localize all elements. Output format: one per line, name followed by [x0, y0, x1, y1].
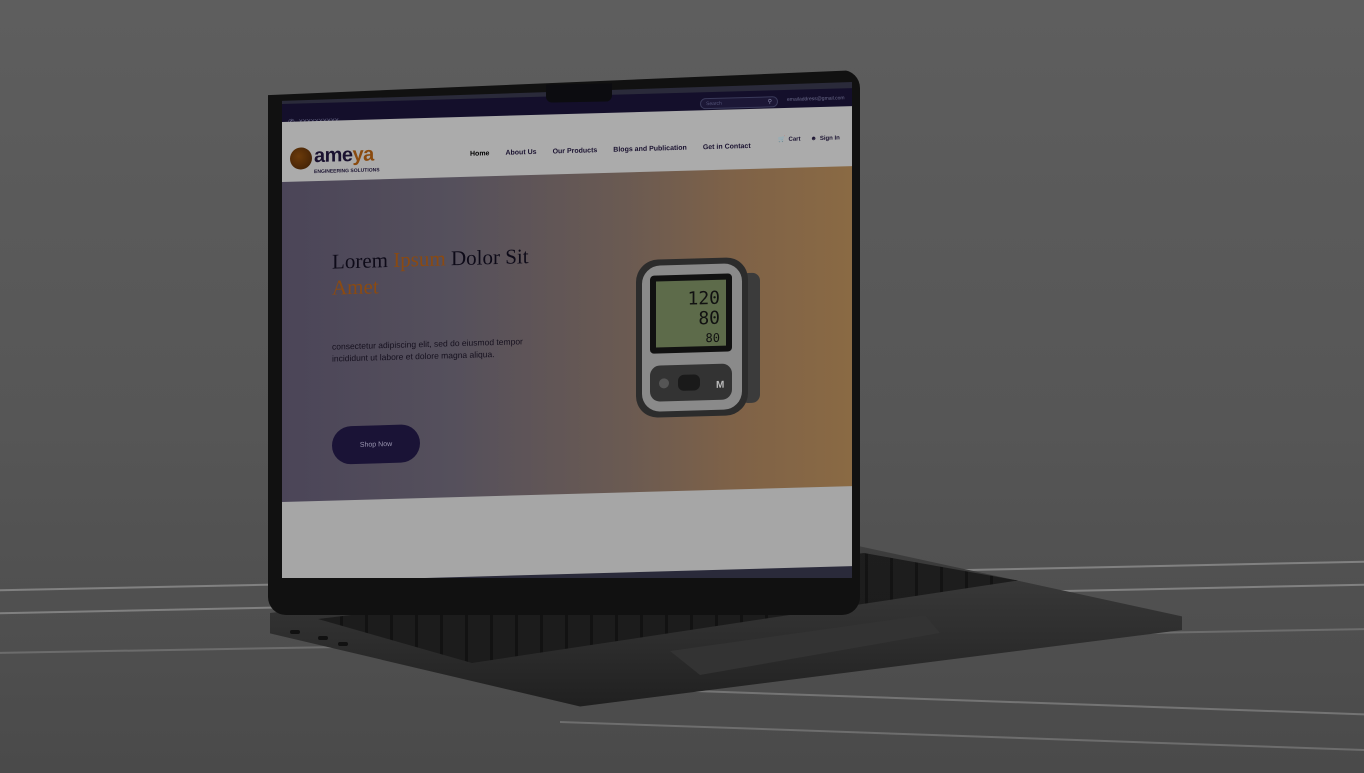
brand-logo[interactable]: ameya ENGINEERING SOLUTIONS: [290, 143, 380, 182]
hero-bottom-strip: [282, 486, 852, 578]
cart-label: Cart: [788, 136, 801, 143]
display-systolic: 120: [687, 288, 720, 310]
shop-now-button[interactable]: Shop Now: [332, 424, 420, 465]
logo-head-icon: [290, 147, 312, 170]
hero-description: consectetur adipiscing elit, sed do eius…: [332, 336, 523, 364]
laptop-screen: ✆ XXXXXXXXXX Search ⚲ emailaddress@gmail…: [282, 82, 852, 578]
device-memory-label: M: [716, 380, 724, 391]
email-address[interactable]: emailaddress@gmail.com: [787, 95, 845, 103]
camera-notch: [546, 83, 612, 103]
blood-pressure-monitor-image: 120 80 80 M: [636, 257, 760, 418]
nav-blogs-publication[interactable]: Blogs and Publication: [613, 145, 687, 154]
usb-port: [290, 630, 300, 634]
hero-title: Lorem Ipsum Dolor Sit Amet: [332, 244, 529, 300]
search-icon[interactable]: ⚲: [768, 98, 772, 105]
glass-shelf-reflection: [600, 686, 1364, 716]
display-diastolic: 80: [698, 308, 720, 330]
cart-button[interactable]: 🛒 Cart: [778, 136, 801, 144]
user-icon: ☻: [810, 135, 817, 142]
hero-banner: Lorem Ipsum Dolor Sit Amet consectetur a…: [282, 166, 852, 522]
cart-icon: 🛒: [778, 136, 786, 144]
sign-in-button[interactable]: ☻ Sign In: [811, 135, 840, 142]
search-placeholder: Search: [706, 100, 722, 107]
nav-get-in-contact[interactable]: Get in Contact: [703, 143, 751, 151]
search-input[interactable]: Search ⚲: [700, 96, 778, 110]
logo-tagline: ENGINEERING SOLUTIONS: [314, 167, 380, 176]
nav-actions: 🛒 Cart ☻ Sign In: [778, 134, 840, 143]
nav-about-us[interactable]: About Us: [505, 149, 536, 157]
logo-wordmark: ameya: [314, 143, 374, 168]
nav-home[interactable]: Home: [470, 150, 489, 158]
sign-in-label: Sign In: [819, 134, 840, 142]
nav-our-products[interactable]: Our Products: [553, 147, 598, 155]
nav-links: Home About Us Our Products Blogs and Pub…: [470, 143, 751, 158]
display-pulse: 80: [706, 331, 720, 345]
usb-port: [318, 636, 328, 640]
usb-port: [338, 642, 348, 646]
glass-shelf-reflection: [560, 720, 1364, 752]
